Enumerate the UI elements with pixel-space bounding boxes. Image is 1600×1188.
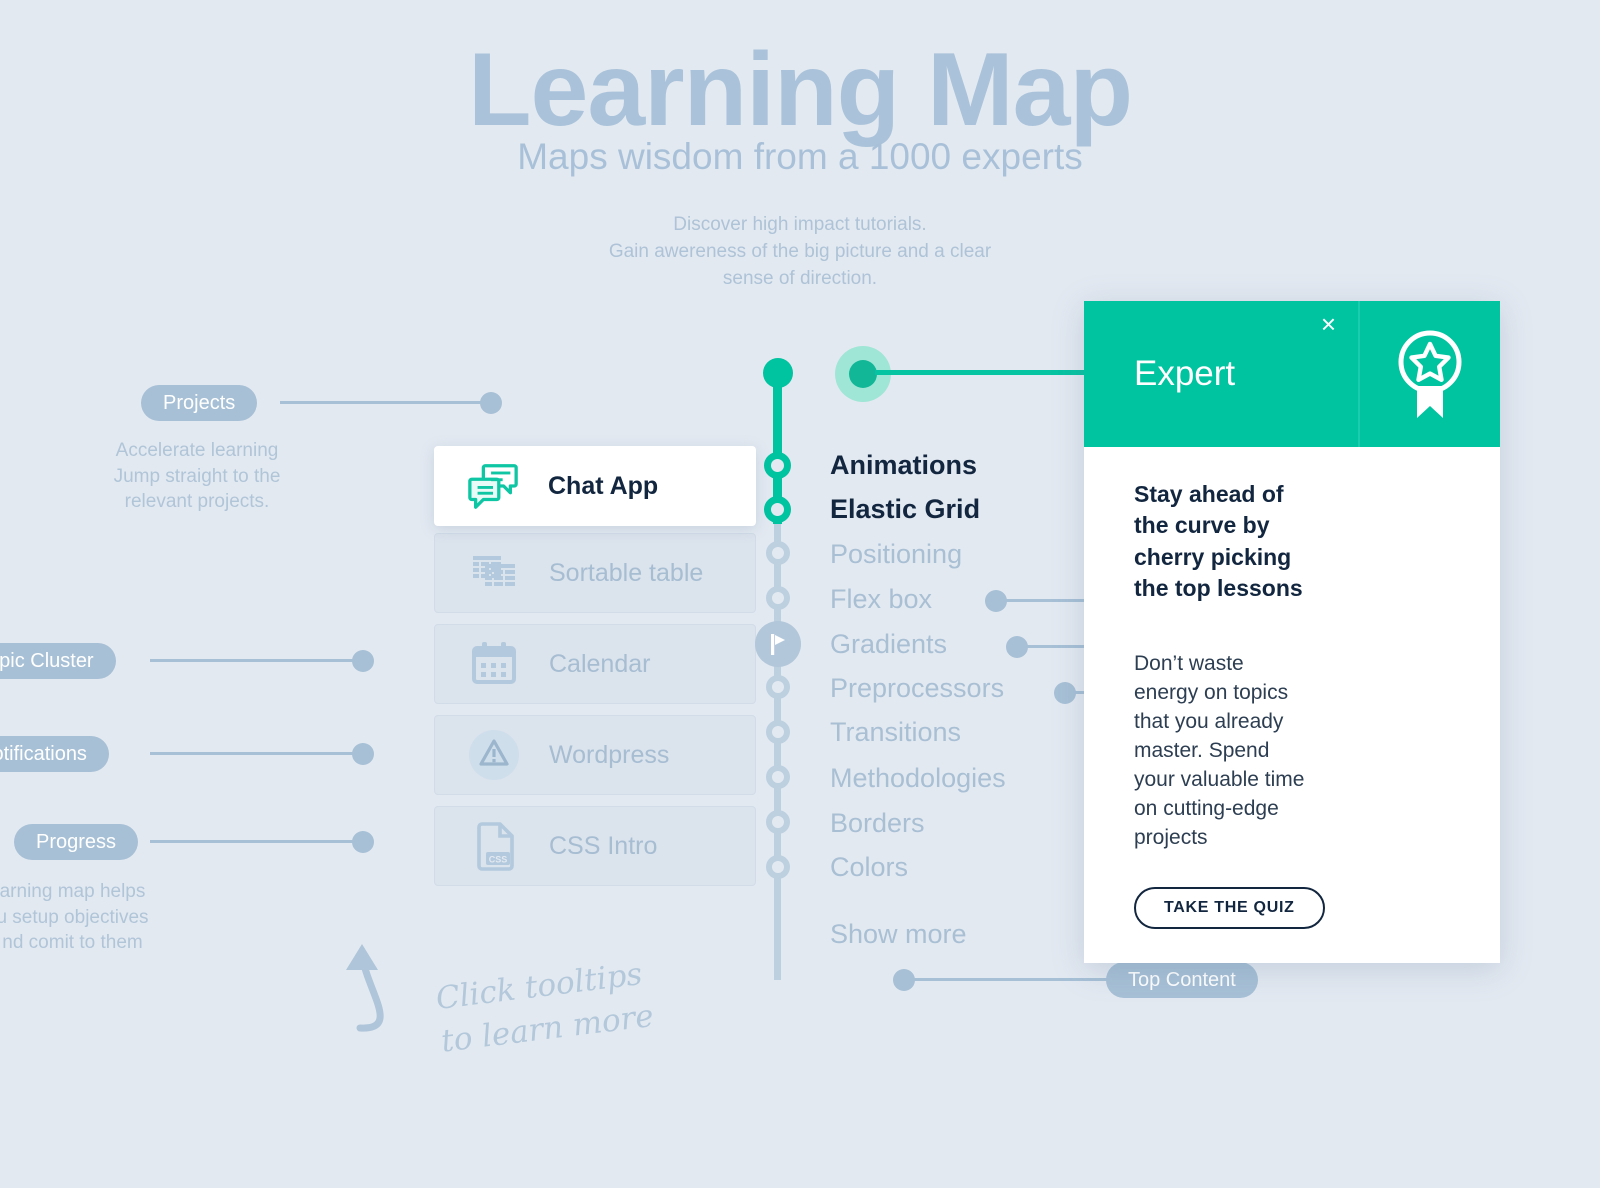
- page-title: Learning Map: [467, 32, 1133, 148]
- timeline-node-animations[interactable]: [764, 452, 791, 479]
- card-css-intro[interactable]: CSS CSS Intro: [434, 806, 756, 886]
- timeline-node-elastic-grid[interactable]: [764, 496, 791, 523]
- pill-label: Projects: [163, 391, 236, 414]
- tooltip-header-left: Expert ×: [1084, 301, 1360, 447]
- page-subtitle: Maps wisdom from a 1000 experts: [517, 136, 1083, 177]
- chat-bubbles-icon: [466, 459, 520, 513]
- connector-topic-cluster: [150, 659, 372, 662]
- award-star-badge-icon: [1398, 330, 1462, 418]
- card-label: Chat App: [548, 471, 659, 500]
- card-calendar[interactable]: Calendar: [434, 624, 756, 704]
- timeline-topic-elastic-grid[interactable]: Elastic Grid: [830, 494, 980, 525]
- timeline-topic-borders[interactable]: Borders: [830, 808, 925, 839]
- connector-top-content: [903, 978, 1113, 981]
- connector-notifications: [150, 752, 372, 755]
- timeline-topic-preprocessors[interactable]: Preprocessors: [830, 673, 1004, 704]
- svg-text:CSS: CSS: [489, 855, 508, 865]
- card-wordpress[interactable]: Wordpress: [434, 715, 756, 795]
- pill-top-content[interactable]: Top Content: [1106, 962, 1258, 998]
- tooltip-heading: Stay ahead of the curve by cherry pickin…: [1134, 481, 1303, 601]
- pill-projects[interactable]: Projects: [141, 385, 258, 421]
- connector-dot-topic-cluster: [352, 650, 374, 672]
- connector-progress: [150, 840, 372, 843]
- timeline-node-head[interactable]: [763, 358, 793, 388]
- learning-map-canvas: Learning Map Maps wisdom from a 1000 exp…: [0, 0, 1600, 1188]
- flag-icon: [771, 634, 785, 655]
- timeline-highlight-node[interactable]: [849, 360, 877, 388]
- card-sortable-table[interactable]: Sortable table: [434, 533, 756, 613]
- tooltip-body: Stay ahead of the curve by cherry pickin…: [1084, 447, 1500, 963]
- pill-progress[interactable]: Progress: [14, 824, 139, 860]
- pill-notifications[interactable]: Notifications: [0, 736, 109, 772]
- timeline-node-preprocessors[interactable]: [766, 675, 790, 699]
- timeline-node-methodologies[interactable]: [766, 765, 790, 789]
- timeline-topic-gradients[interactable]: Gradients: [830, 629, 947, 660]
- connector-tooltip: [875, 370, 1090, 375]
- tooltip-header-right: [1360, 301, 1500, 447]
- page-description: Discover high impact tutorials. Gain awe…: [608, 214, 992, 289]
- timeline-marker-current[interactable]: [755, 621, 801, 667]
- css-file-icon: CSS: [467, 819, 521, 873]
- timeline-node-borders[interactable]: [766, 810, 790, 834]
- card-label: Sortable table: [549, 558, 704, 587]
- timeline-show-more[interactable]: Show more: [830, 919, 967, 950]
- pill-topic-cluster[interactable]: Topic Cluster: [0, 643, 116, 679]
- timeline-node-flex-box[interactable]: [766, 586, 790, 610]
- timeline-node-transitions[interactable]: [766, 720, 790, 744]
- tooltip-title: Expert: [1134, 354, 1236, 393]
- take-the-quiz-button[interactable]: TAKE THE QUIZ: [1134, 886, 1325, 929]
- timeline-topic-flex-box[interactable]: Flex box: [830, 584, 932, 615]
- tooltip-header: Expert ×: [1084, 301, 1500, 447]
- timeline-topic-methodologies[interactable]: Methodologies: [830, 763, 1006, 794]
- hint-note: Click tooltips to learn more: [433, 956, 656, 1060]
- pill-label: Notifications: [0, 742, 87, 765]
- timeline-node-positioning[interactable]: [766, 541, 790, 565]
- table-icon: [467, 546, 521, 600]
- connector-dot-projects: [480, 392, 502, 414]
- calendar-icon: [467, 637, 521, 691]
- close-icon[interactable]: ×: [1321, 311, 1336, 337]
- pill-label: Topic Cluster: [0, 649, 94, 672]
- timeline-topic-transitions[interactable]: Transitions: [830, 717, 961, 748]
- pill-description-projects: Accelerate learning Jump straight to the…: [113, 440, 281, 513]
- pill-label: Progress: [36, 830, 117, 853]
- tooltip-text: Don’t waste energy on topics that you al…: [1134, 652, 1305, 849]
- connector-dot-progress: [352, 831, 374, 853]
- pill-label: Top Content: [1128, 968, 1236, 991]
- connector-dot-notifications: [352, 743, 374, 765]
- warning-circle-icon: [467, 728, 521, 782]
- tooltip-panel: Expert × Stay ahead of the curve by cher…: [1084, 301, 1500, 963]
- card-label: Wordpress: [549, 740, 670, 769]
- card-label: CSS Intro: [549, 831, 658, 860]
- timeline-topic-colors[interactable]: Colors: [830, 852, 908, 883]
- pill-description-progress: arning map helps u setup objectives nd c…: [0, 881, 149, 954]
- card-label: Calendar: [549, 649, 651, 678]
- connector-projects: [280, 401, 498, 404]
- timeline-topic-positioning[interactable]: Positioning: [830, 539, 962, 570]
- card-chat-app[interactable]: Chat App: [434, 446, 756, 526]
- timeline-topic-animations[interactable]: Animations: [830, 450, 977, 481]
- timeline-node-colors[interactable]: [766, 855, 790, 879]
